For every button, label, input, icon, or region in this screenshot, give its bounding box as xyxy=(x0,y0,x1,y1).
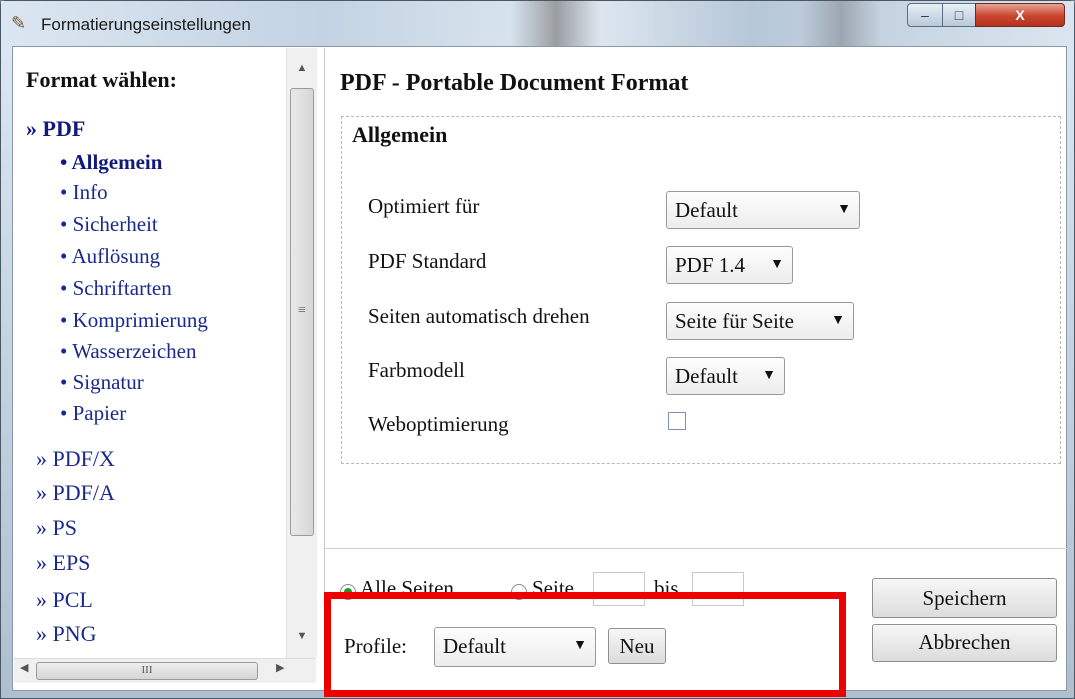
sidebar-heading: Format wählen: xyxy=(26,67,177,92)
color-model-value: Default xyxy=(675,364,738,388)
rotate-label: Seiten automatisch drehen xyxy=(368,304,590,328)
nav-format-pdf[interactable]: » PDF xyxy=(26,116,85,142)
scroll-up-icon[interactable]: ▲ xyxy=(287,62,317,74)
page-title: PDF - Portable Document Format xyxy=(340,70,689,96)
nav-pdf-sicherheit[interactable]: • Sicherheit xyxy=(60,212,158,237)
cancel-button[interactable]: Abbrechen xyxy=(872,624,1057,662)
pdf-standard-label: PDF Standard xyxy=(368,249,487,273)
rotate-select[interactable]: Seite für Seite ▼ xyxy=(666,302,854,340)
scroll-left-icon[interactable]: ◀ xyxy=(20,661,28,674)
highlight-box xyxy=(324,592,846,697)
scroll-right-icon[interactable]: ▶ xyxy=(276,661,284,674)
scroll-thumb[interactable]: ≡ xyxy=(290,88,314,536)
nav-format-ps[interactable]: » PS xyxy=(36,515,77,541)
nav-format-eps[interactable]: » EPS xyxy=(36,550,90,576)
nav-pdf-papier[interactable]: • Papier xyxy=(60,401,126,426)
separator xyxy=(325,548,1067,549)
save-button[interactable]: Speichern xyxy=(872,578,1057,618)
nav-pdf-wasserzeichen[interactable]: • Wasserzeichen xyxy=(60,339,196,364)
grip-icon: ≡ xyxy=(298,303,306,318)
color-model-select[interactable]: Default ▼ xyxy=(666,357,785,395)
titlebar-shade xyxy=(801,1,881,47)
pdf-standard-select[interactable]: PDF 1.4 ▼ xyxy=(666,246,793,284)
nav-pdf-allgemein[interactable]: • Allgemein xyxy=(60,150,162,175)
maximize-button[interactable]: □ xyxy=(942,3,976,27)
nav-format-pcl[interactable]: » PCL xyxy=(36,587,93,613)
nav-pdf-schriftarten[interactable]: • Schriftarten xyxy=(60,276,172,301)
optimized-label: Optimiert für xyxy=(368,194,480,218)
scroll-down-icon[interactable]: ▼ xyxy=(287,630,317,642)
chevron-down-icon: ▼ xyxy=(762,368,776,383)
pdf-standard-value: PDF 1.4 xyxy=(675,253,746,277)
nav-pdf-signatur[interactable]: • Signatur xyxy=(60,370,144,395)
title-bar: ✎ Formatierungseinstellungen – □ X xyxy=(1,1,1074,47)
nav-pdf-komprimierung[interactable]: • Komprimierung xyxy=(60,308,208,333)
nav-format-png[interactable]: » PNG xyxy=(36,621,97,647)
titlebar-shade xyxy=(511,1,601,47)
chevron-down-icon: ▼ xyxy=(837,202,851,217)
group-title: Allgemein xyxy=(352,122,448,147)
weboptim-checkbox[interactable] xyxy=(668,412,686,430)
optimized-value: Default xyxy=(675,198,738,222)
nav-format-pdfa[interactable]: » PDF/A xyxy=(36,480,115,506)
chevron-down-icon: ▼ xyxy=(831,313,845,328)
nav-pdf-info[interactable]: • Info xyxy=(60,180,108,205)
nav-format-pdfx[interactable]: » PDF/X xyxy=(36,446,115,472)
close-button[interactable]: X xyxy=(975,3,1065,27)
optimized-select[interactable]: Default ▼ xyxy=(666,191,860,229)
weboptim-label: Weboptimierung xyxy=(368,412,509,436)
nav-pdf-aufloesung[interactable]: • Auflösung xyxy=(60,244,160,269)
sidebar-horizontal-scrollbar[interactable]: ◀ III ▶ xyxy=(14,658,316,683)
window-title: Formatierungseinstellungen xyxy=(41,15,251,34)
sidebar-vertical-scrollbar[interactable]: ▲ ≡ ▼ xyxy=(286,48,317,658)
window-controls: – □ X xyxy=(907,3,1067,29)
rotate-value: Seite für Seite xyxy=(675,309,794,333)
minimize-button[interactable]: – xyxy=(907,3,943,27)
chevron-down-icon: ▼ xyxy=(770,257,784,272)
color-model-label: Farbmodell xyxy=(368,358,465,382)
app-icon: ✎ xyxy=(11,13,27,33)
hscroll-thumb[interactable]: III xyxy=(36,662,258,680)
